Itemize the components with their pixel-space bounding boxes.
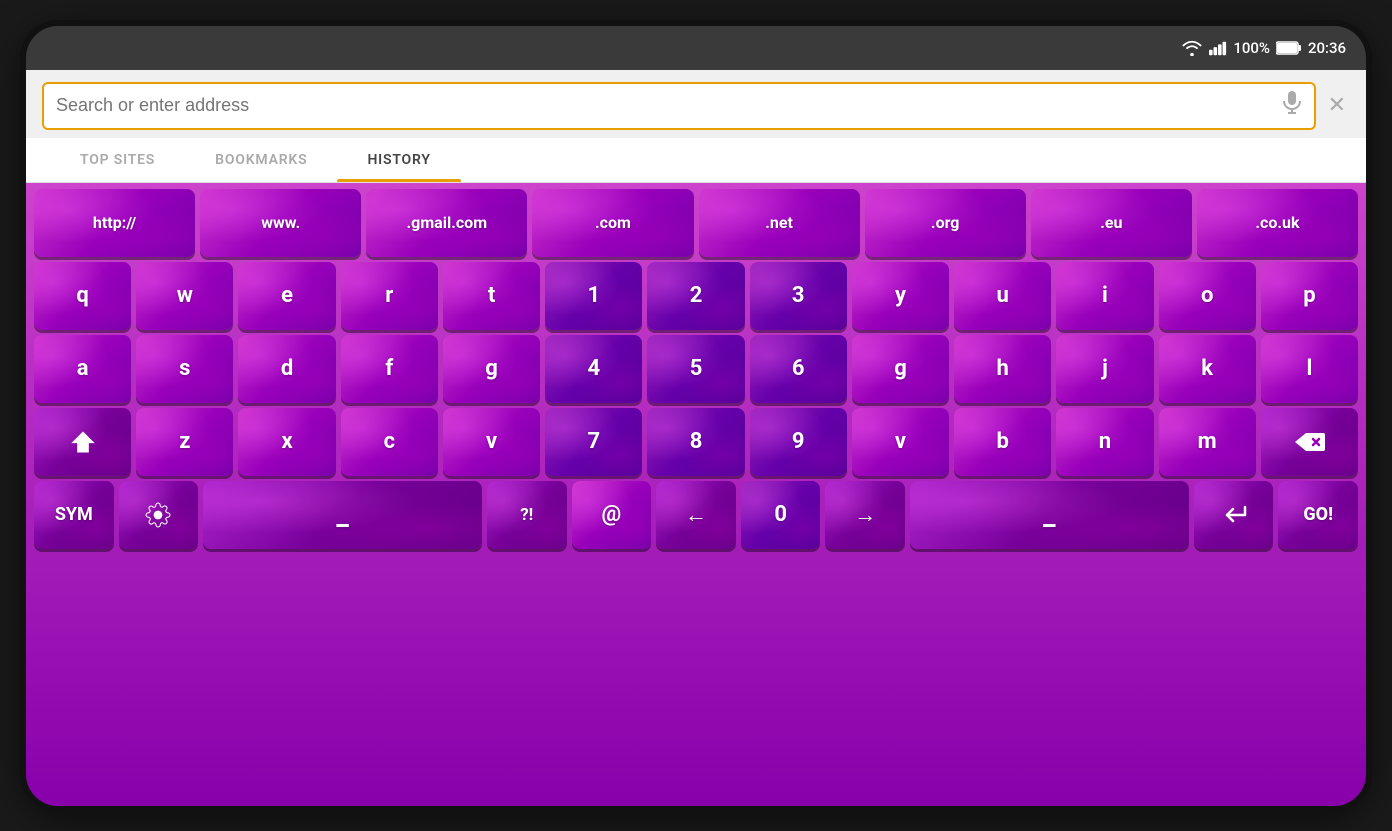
status-bar: 100% 20:36: [26, 26, 1366, 70]
key-d[interactable]: d: [238, 335, 335, 403]
key-o[interactable]: o: [1159, 262, 1256, 330]
key-row-2: a s d f g 4 5 6 g h j k l: [34, 335, 1358, 403]
key-dotcouk[interactable]: .co.uk: [1197, 189, 1358, 257]
key-row-4: SYM _ ?! @ ← 0 → _ GO!: [34, 481, 1358, 549]
key-b[interactable]: b: [954, 408, 1051, 476]
key-at[interactable]: @: [572, 481, 652, 549]
search-input[interactable]: [56, 95, 1282, 116]
key-r[interactable]: r: [341, 262, 438, 330]
key-q[interactable]: q: [34, 262, 131, 330]
key-g2[interactable]: g: [852, 335, 949, 403]
key-2[interactable]: 2: [647, 262, 744, 330]
key-3[interactable]: 3: [750, 262, 847, 330]
clock: 20:36: [1308, 39, 1346, 57]
key-row-3: z x c v 7 8 9 v b n m: [34, 408, 1358, 476]
key-h[interactable]: h: [954, 335, 1051, 403]
shift-icon: [69, 428, 97, 456]
key-v2[interactable]: v: [852, 408, 949, 476]
url-row: http:// www. .gmail.com .com .net .org .…: [34, 189, 1358, 257]
key-settings[interactable]: [119, 481, 199, 549]
key-m[interactable]: m: [1159, 408, 1256, 476]
tab-history[interactable]: HISTORY: [337, 138, 460, 182]
key-row-1: q w e r t 1 2 3 y u i o p: [34, 262, 1358, 330]
key-v[interactable]: v: [443, 408, 540, 476]
browser-area: ✕ TOP SITES BOOKMARKS HISTORY: [26, 70, 1366, 183]
key-dotcom[interactable]: .com: [532, 189, 693, 257]
key-w[interactable]: w: [136, 262, 233, 330]
key-6[interactable]: 6: [750, 335, 847, 403]
key-left-arrow[interactable]: ←: [656, 481, 736, 549]
status-icons: 100% 20:36: [1181, 39, 1346, 57]
key-z[interactable]: z: [136, 408, 233, 476]
key-right-arrow[interactable]: →: [825, 481, 905, 549]
key-1[interactable]: 1: [545, 262, 642, 330]
key-e[interactable]: e: [238, 262, 335, 330]
backspace-icon: [1293, 430, 1325, 454]
keyboard-area: http:// www. .gmail.com .com .net .org .…: [26, 183, 1366, 806]
search-input-container: [42, 82, 1316, 130]
key-x[interactable]: x: [238, 408, 335, 476]
key-shift[interactable]: [34, 408, 131, 476]
key-space-left[interactable]: _: [203, 481, 482, 549]
mic-icon[interactable]: [1282, 91, 1302, 120]
enter-icon: [1219, 503, 1249, 527]
key-g[interactable]: g: [443, 335, 540, 403]
key-backspace[interactable]: [1261, 408, 1358, 476]
key-f[interactable]: f: [341, 335, 438, 403]
key-l[interactable]: l: [1261, 335, 1358, 403]
key-space-right[interactable]: _: [910, 481, 1189, 549]
key-k[interactable]: k: [1159, 335, 1256, 403]
key-i[interactable]: i: [1056, 262, 1153, 330]
key-go[interactable]: GO!: [1278, 481, 1358, 549]
key-http[interactable]: http://: [34, 189, 195, 257]
search-bar-row: ✕: [26, 70, 1366, 138]
key-j[interactable]: j: [1056, 335, 1153, 403]
key-dotorg[interactable]: .org: [865, 189, 1026, 257]
tab-bookmarks[interactable]: BOOKMARKS: [185, 138, 337, 182]
key-7[interactable]: 7: [545, 408, 642, 476]
key-t[interactable]: t: [443, 262, 540, 330]
key-n[interactable]: n: [1056, 408, 1153, 476]
key-gmail[interactable]: .gmail.com: [366, 189, 527, 257]
battery-percent: 100%: [1233, 39, 1270, 57]
key-9[interactable]: 9: [750, 408, 847, 476]
key-c[interactable]: c: [341, 408, 438, 476]
tab-top-sites[interactable]: TOP SITES: [50, 138, 185, 182]
signal-icon: [1209, 40, 1227, 56]
key-u[interactable]: u: [954, 262, 1051, 330]
key-punctuation[interactable]: ?!: [487, 481, 567, 549]
key-doteu[interactable]: .eu: [1031, 189, 1192, 257]
key-sym[interactable]: SYM: [34, 481, 114, 549]
key-y[interactable]: y: [852, 262, 949, 330]
key-a[interactable]: a: [34, 335, 131, 403]
key-5[interactable]: 5: [647, 335, 744, 403]
key-enter[interactable]: [1194, 481, 1274, 549]
key-8[interactable]: 8: [647, 408, 744, 476]
key-4[interactable]: 4: [545, 335, 642, 403]
wifi-icon: [1181, 40, 1203, 56]
tabs-row: TOP SITES BOOKMARKS HISTORY: [26, 138, 1366, 183]
key-dotnet[interactable]: .net: [699, 189, 860, 257]
device-frame: 100% 20:36: [26, 26, 1366, 806]
key-0[interactable]: 0: [741, 481, 821, 549]
gear-icon: [145, 502, 171, 528]
key-www[interactable]: www.: [200, 189, 361, 257]
key-s[interactable]: s: [136, 335, 233, 403]
close-button[interactable]: ✕: [1324, 89, 1350, 122]
battery-icon: [1276, 41, 1302, 55]
key-p[interactable]: p: [1261, 262, 1358, 330]
